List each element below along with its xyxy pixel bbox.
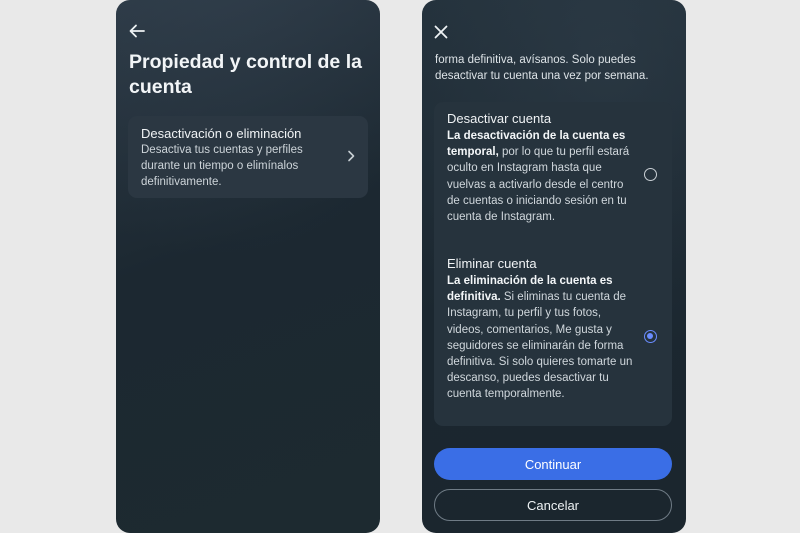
option-description: Desactiva tus cuentas y perfiles durante… [141, 144, 303, 188]
account-action-choices: Desactivar cuenta La desactivación de la… [434, 102, 672, 426]
delete-title: Eliminar cuenta [447, 256, 537, 271]
account-control-screen: Propiedad y control de la cuenta Desacti… [116, 0, 380, 533]
arrow-left-icon [129, 24, 145, 38]
deactivate-radio[interactable] [644, 168, 657, 181]
cancel-button[interactable]: Cancelar [434, 489, 672, 521]
page-title: Propiedad y control de la cuenta [129, 51, 362, 98]
delete-text: Si eliminas tu cuenta de Instagram, tu p… [447, 291, 633, 401]
deactivate-description: La desactivación de la cuenta es tempora… [447, 128, 637, 225]
intro-text: forma definitiva, avísanos. Solo puedes … [435, 54, 649, 82]
deactivate-or-delete-screen: forma definitiva, avísanos. Solo puedes … [422, 0, 686, 533]
back-button[interactable] [126, 20, 148, 42]
close-button[interactable] [430, 21, 452, 43]
delete-radio-selected[interactable] [644, 330, 657, 343]
delete-account-option[interactable]: Eliminar cuenta La eliminación de la cue… [447, 256, 637, 403]
option-title: Desactivación o eliminación [141, 126, 302, 141]
continue-button[interactable]: Continuar [434, 448, 672, 480]
chevron-right-icon [348, 150, 355, 162]
close-icon [434, 25, 448, 39]
deactivate-account-option[interactable]: Desactivar cuenta La desactivación de la… [447, 111, 637, 225]
deactivate-title: Desactivar cuenta [447, 111, 552, 126]
deactivation-deletion-option[interactable]: Desactivación o eliminación Desactiva tu… [128, 116, 368, 198]
delete-description: La eliminación de la cuenta es definitiv… [447, 273, 637, 403]
